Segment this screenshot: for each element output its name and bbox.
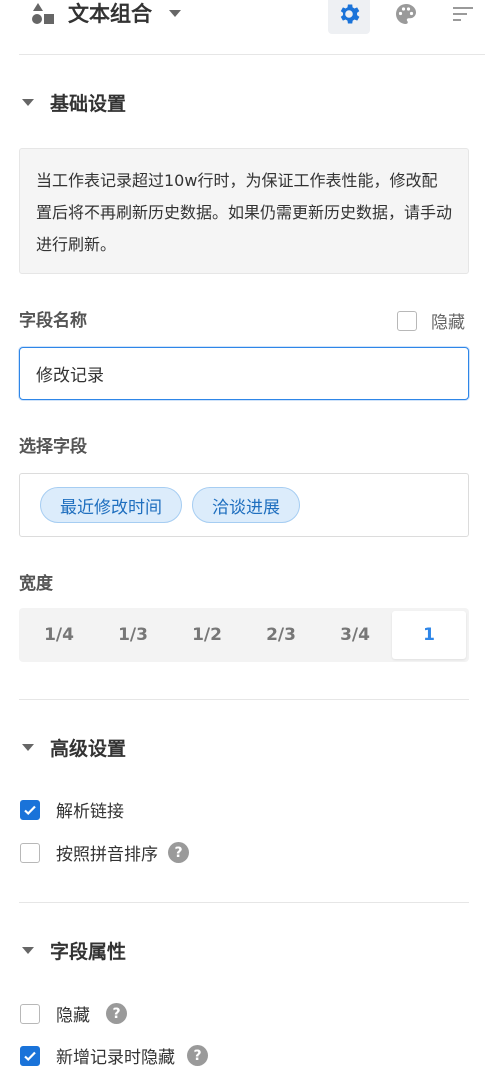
palette-icon <box>396 4 416 24</box>
sort-icon <box>453 7 473 21</box>
gear-icon <box>340 4 360 24</box>
performance-notice: 当工作表记录超过10w行时，为保证工作表性能，修改配置后将不再刷新历史数据。如果… <box>19 148 469 274</box>
field-attributes-header[interactable]: 字段属性 <box>19 937 126 964</box>
section-divider <box>19 699 469 700</box>
width-option[interactable]: 3/4 <box>318 611 392 659</box>
shapes-icon <box>32 3 54 24</box>
hide-attribute-option[interactable]: 隐藏 ? <box>20 1001 127 1026</box>
width-option[interactable]: 1/4 <box>22 611 96 659</box>
hide-field-label: 隐藏 <box>431 313 465 333</box>
control-title[interactable]: 文本组合 <box>68 0 152 28</box>
field-attributes-title: 字段属性 <box>50 941 127 963</box>
field-tag[interactable]: 洽谈进展 <box>192 487 300 523</box>
hide-field-checkbox[interactable] <box>397 310 417 331</box>
width-option[interactable]: 2/3 <box>244 611 318 659</box>
hide-attribute-checkbox[interactable] <box>20 1003 40 1024</box>
select-field-label: 选择字段 <box>19 437 87 457</box>
control-header: 文本组合 <box>0 0 497 54</box>
check-icon <box>24 805 36 815</box>
parse-link-checkbox[interactable] <box>20 799 40 820</box>
help-icon[interactable]: ? <box>106 1003 127 1024</box>
advanced-settings-title: 高级设置 <box>50 738 127 760</box>
basic-settings-title: 基础设置 <box>50 93 127 115</box>
pinyin-sort-checkbox[interactable] <box>20 842 40 863</box>
hide-on-create-option[interactable]: 新增记录时隐藏 ? <box>20 1043 208 1068</box>
check-icon <box>24 1051 36 1061</box>
hide-on-create-checkbox[interactable] <box>20 1045 40 1066</box>
settings-tab-button[interactable] <box>328 0 370 34</box>
parse-link-option[interactable]: 解析链接 <box>20 797 124 822</box>
parse-link-label: 解析链接 <box>56 802 124 822</box>
caret-down-icon <box>22 744 34 751</box>
width-label: 宽度 <box>19 574 53 594</box>
help-icon[interactable]: ? <box>168 842 189 863</box>
header-divider <box>19 54 485 55</box>
field-tag[interactable]: 最近修改时间 <box>40 487 182 523</box>
pinyin-sort-option[interactable]: 按照拼音排序 ? <box>20 840 189 865</box>
caret-down-icon <box>22 947 34 954</box>
field-name-input[interactable] <box>19 347 469 400</box>
help-icon[interactable]: ? <box>187 1045 208 1066</box>
caret-down-icon <box>22 99 34 106</box>
section-divider <box>19 902 469 903</box>
width-option-selected[interactable]: 1 <box>392 611 466 659</box>
pinyin-sort-label: 按照拼音排序 <box>56 845 158 865</box>
hide-on-create-label: 新增记录时隐藏 <box>56 1048 175 1068</box>
hide-attribute-label: 隐藏 <box>56 1006 90 1026</box>
style-tab-button[interactable] <box>385 0 427 34</box>
width-option[interactable]: 1/2 <box>170 611 244 659</box>
selected-fields-box[interactable]: 最近修改时间 洽谈进展 <box>19 473 469 537</box>
hide-field-toggle[interactable]: 隐藏 <box>397 308 465 333</box>
width-option[interactable]: 1/3 <box>96 611 170 659</box>
chevron-down-icon[interactable] <box>169 10 181 17</box>
sort-tab-button[interactable] <box>442 0 484 34</box>
field-name-label: 字段名称 <box>19 311 87 331</box>
width-segmented-control: 1/4 1/3 1/2 2/3 3/4 1 <box>19 608 469 662</box>
basic-settings-header[interactable]: 基础设置 <box>19 89 126 116</box>
advanced-settings-header[interactable]: 高级设置 <box>19 734 126 761</box>
